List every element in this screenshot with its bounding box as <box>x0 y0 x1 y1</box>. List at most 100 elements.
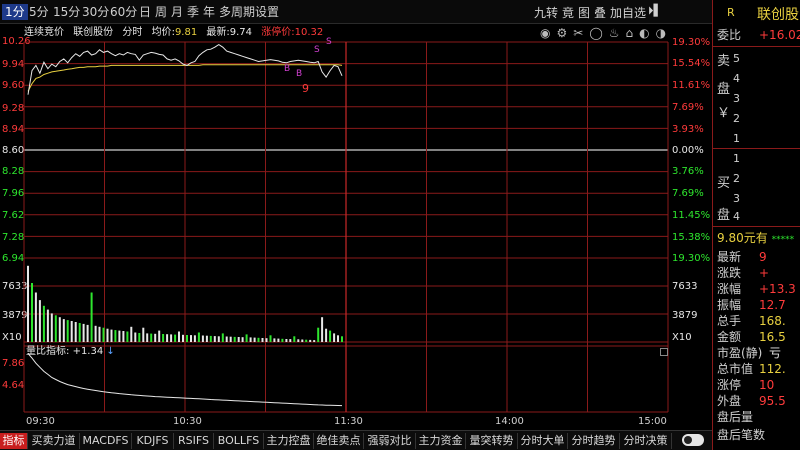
volume-bar <box>126 331 129 342</box>
volume-bar <box>130 326 133 342</box>
volume-bar <box>325 328 328 342</box>
tab-buy-sell-power[interactable]: 买卖力道 <box>28 433 80 449</box>
tab-main-funds[interactable]: 主力资金 <box>416 433 466 449</box>
side-stock-title: 联创股 <box>757 7 799 23</box>
tab-volume-trend[interactable]: 量突转势 <box>466 433 518 449</box>
volume-bar <box>273 338 276 342</box>
volume-bar <box>333 333 336 342</box>
volume-bar <box>98 326 101 342</box>
tab-bollfs[interactable]: BOLLFS <box>214 433 264 449</box>
volume-bar <box>86 324 89 342</box>
price-tag-stars: ***** <box>771 235 795 245</box>
volume-bar <box>249 337 252 342</box>
tab-intraday-decision[interactable]: 分时决策 <box>620 433 672 449</box>
time-tick: 10:30 <box>173 416 202 427</box>
volume-bar <box>205 335 208 342</box>
volume-bar <box>106 328 109 342</box>
volume-bar <box>277 338 280 342</box>
volume-bar <box>58 317 61 342</box>
volume-bar <box>265 338 268 342</box>
volume-bar <box>82 323 85 342</box>
time-axis: 09:30 10:30 11:30 14:00 15:00 <box>26 416 667 427</box>
volume-bar <box>70 321 73 342</box>
signal-markers: B B S S <box>284 37 332 79</box>
volume-bar <box>158 330 161 342</box>
volume-bar <box>174 334 177 342</box>
volume-bar <box>27 265 29 342</box>
order-ratio-row: 委比 +16.02% <box>717 26 800 44</box>
volume-bar <box>138 333 141 342</box>
tab-indicator[interactable]: 指标 <box>0 433 28 449</box>
volume-bar <box>237 337 240 342</box>
volume-bar <box>257 337 260 342</box>
volume-bar <box>62 319 65 342</box>
volume-bar <box>31 283 33 342</box>
sell-level: 4 <box>733 72 740 85</box>
collapse-box-icon[interactable] <box>660 348 668 356</box>
side-header: R 联创股 <box>713 0 800 26</box>
volume-bar <box>309 339 312 342</box>
volume-bar <box>142 327 145 342</box>
volume-bar <box>50 313 53 342</box>
volume-bar <box>261 338 264 342</box>
sell-level: 2 <box>733 112 740 125</box>
buy-label-char: 买 <box>717 176 731 191</box>
volume-bar <box>178 331 180 342</box>
volume-bar <box>225 336 228 342</box>
volume-bar <box>305 339 308 342</box>
tab-strength-compare[interactable]: 强弱对比 <box>364 433 416 449</box>
volume-bar <box>313 340 316 342</box>
volume-bar <box>78 323 81 342</box>
tab-rsifs[interactable]: RSIFS <box>174 433 214 449</box>
volume-bar <box>170 334 173 342</box>
tab-kdjfs[interactable]: KDJFS <box>132 433 174 449</box>
volume-bar <box>190 335 192 342</box>
volume-bar <box>329 330 332 342</box>
time-tick: 11:30 <box>334 416 363 427</box>
volume-bar <box>285 339 288 342</box>
volume-bar <box>118 330 121 342</box>
panel-toggle[interactable] <box>682 434 704 446</box>
volume-ratio-value: +1.34 <box>72 346 104 357</box>
volume-bar <box>38 300 41 342</box>
volume-bar <box>213 336 216 342</box>
price-tag-row: 9.80元有 ***** <box>717 229 794 246</box>
price-tag: 9.80元有 <box>717 231 768 245</box>
volume-bar <box>34 292 37 342</box>
indicator-tabs: 指标 买卖力道 MACDFS KDJFS RSIFS BOLLFS 主力控盘 绝… <box>0 430 712 450</box>
buy-level: 2 <box>733 172 740 185</box>
volume-bar <box>46 309 49 342</box>
volume-bar <box>209 335 212 342</box>
tab-main-control[interactable]: 主力控盘 <box>264 433 314 449</box>
volume-bar <box>186 335 188 342</box>
volume-bar <box>182 334 184 342</box>
tab-macdfs[interactable]: MACDFS <box>80 433 132 449</box>
tab-intraday-trend[interactable]: 分时趋势 <box>568 433 620 449</box>
volume-bar <box>241 337 244 342</box>
volume-bar <box>42 305 45 342</box>
volume-bar <box>150 333 153 342</box>
volume-bar <box>233 336 236 342</box>
volume-bar <box>293 336 296 342</box>
volume-bar <box>193 335 196 342</box>
stat-row: 盘后笔数 <box>717 428 766 442</box>
volume-ratio-legend: 量比指标: +1.34 ↓ <box>26 346 115 358</box>
time-tick: 14:00 <box>495 416 524 427</box>
stat-row: 盘后量 <box>717 410 754 424</box>
volume-bar <box>269 335 272 342</box>
intraday-chart[interactable]: 09:30 10:30 11:30 14:00 15:00 9 B B S S <box>0 0 712 430</box>
volume-bar <box>146 333 149 342</box>
tab-best-sell[interactable]: 绝佳卖点 <box>314 433 364 449</box>
volume-bar <box>317 327 320 342</box>
volume-bar <box>341 336 343 342</box>
order-ratio-label: 委比 <box>717 28 742 42</box>
volume-bar <box>297 339 300 342</box>
volume-bar <box>197 332 200 342</box>
tab-intraday-big-orders[interactable]: 分时大单 <box>518 433 568 449</box>
volume-bar <box>281 338 284 342</box>
volume-bar <box>122 331 125 342</box>
market-tag: R <box>727 6 735 19</box>
chart-grid <box>23 41 669 413</box>
volume-bar <box>289 339 292 342</box>
sell-level: 3 <box>733 92 740 105</box>
